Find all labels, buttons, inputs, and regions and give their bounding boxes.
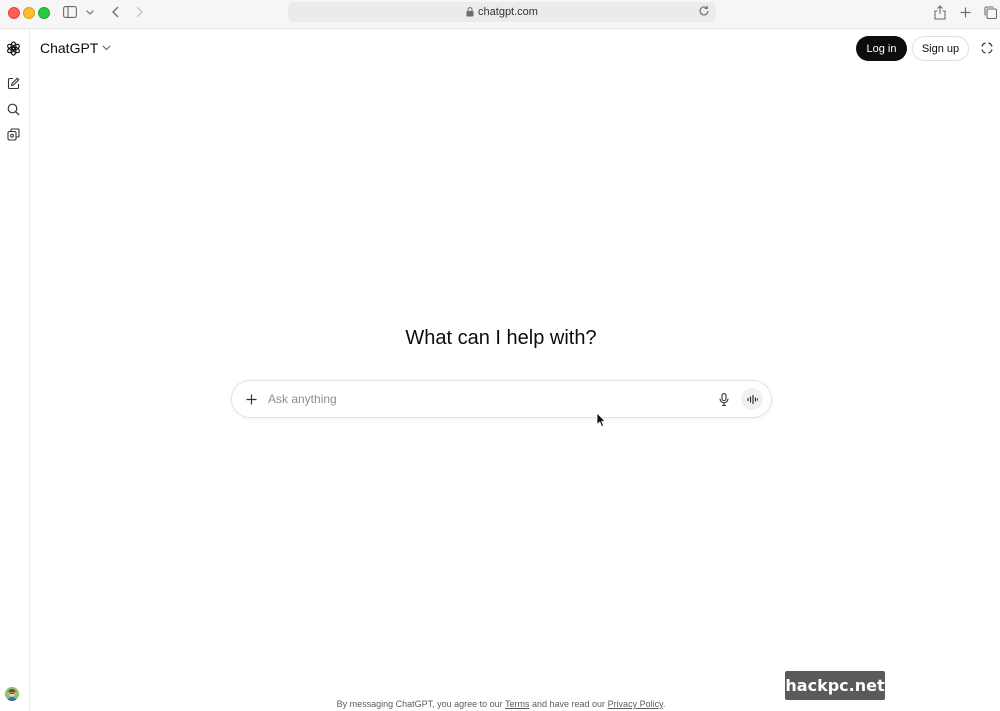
sidebar-toggle-icon[interactable] bbox=[63, 4, 77, 20]
terms-notice-middle: and have read our bbox=[529, 699, 608, 709]
voice-mode-button[interactable] bbox=[741, 388, 763, 410]
temporary-chat-icon[interactable] bbox=[979, 40, 995, 56]
model-switcher[interactable]: ChatGPT bbox=[40, 40, 111, 56]
openai-logo-icon[interactable] bbox=[5, 40, 21, 56]
mouse-cursor bbox=[596, 412, 606, 428]
lock-icon bbox=[466, 7, 474, 17]
tab-overview-icon[interactable] bbox=[983, 4, 997, 20]
page-title: What can I help with? bbox=[405, 327, 597, 349]
share-icon[interactable] bbox=[933, 4, 947, 20]
chevron-down-icon bbox=[102, 45, 111, 51]
reload-icon[interactable] bbox=[698, 5, 710, 17]
back-icon[interactable] bbox=[110, 4, 120, 20]
composer bbox=[231, 380, 772, 418]
window-close-button[interactable] bbox=[8, 7, 20, 19]
model-name: ChatGPT bbox=[40, 40, 99, 56]
terms-notice-prefix: By messaging ChatGPT, you agree to our bbox=[336, 699, 505, 709]
dictate-button[interactable] bbox=[716, 391, 732, 407]
new-chat-icon[interactable] bbox=[5, 75, 21, 91]
add-attachment-button[interactable] bbox=[243, 391, 259, 407]
forward-icon[interactable] bbox=[134, 4, 144, 20]
window-maximize-button[interactable] bbox=[38, 7, 50, 19]
terms-notice: By messaging ChatGPT, you agree to our T… bbox=[0, 699, 1000, 709]
address-url: chatgpt.com bbox=[478, 6, 538, 18]
window-minimize-button[interactable] bbox=[23, 7, 35, 19]
watermark: hackpc.net bbox=[785, 671, 885, 700]
new-tab-icon[interactable] bbox=[958, 4, 972, 20]
terms-notice-suffix: . bbox=[662, 699, 666, 709]
login-button[interactable]: Log in bbox=[856, 36, 907, 61]
privacy-policy-link[interactable]: Privacy Policy bbox=[608, 699, 663, 709]
library-icon[interactable] bbox=[5, 126, 21, 142]
address-bar[interactable]: chatgpt.com bbox=[288, 2, 716, 22]
terms-link[interactable]: Terms bbox=[505, 699, 530, 709]
signup-button[interactable]: Sign up bbox=[912, 36, 969, 61]
left-rail bbox=[0, 29, 30, 711]
chevron-down-icon[interactable] bbox=[85, 4, 95, 20]
chat-input[interactable] bbox=[268, 389, 688, 409]
browser-toolbar: chatgpt.com bbox=[0, 0, 1000, 29]
search-icon[interactable] bbox=[5, 101, 21, 117]
